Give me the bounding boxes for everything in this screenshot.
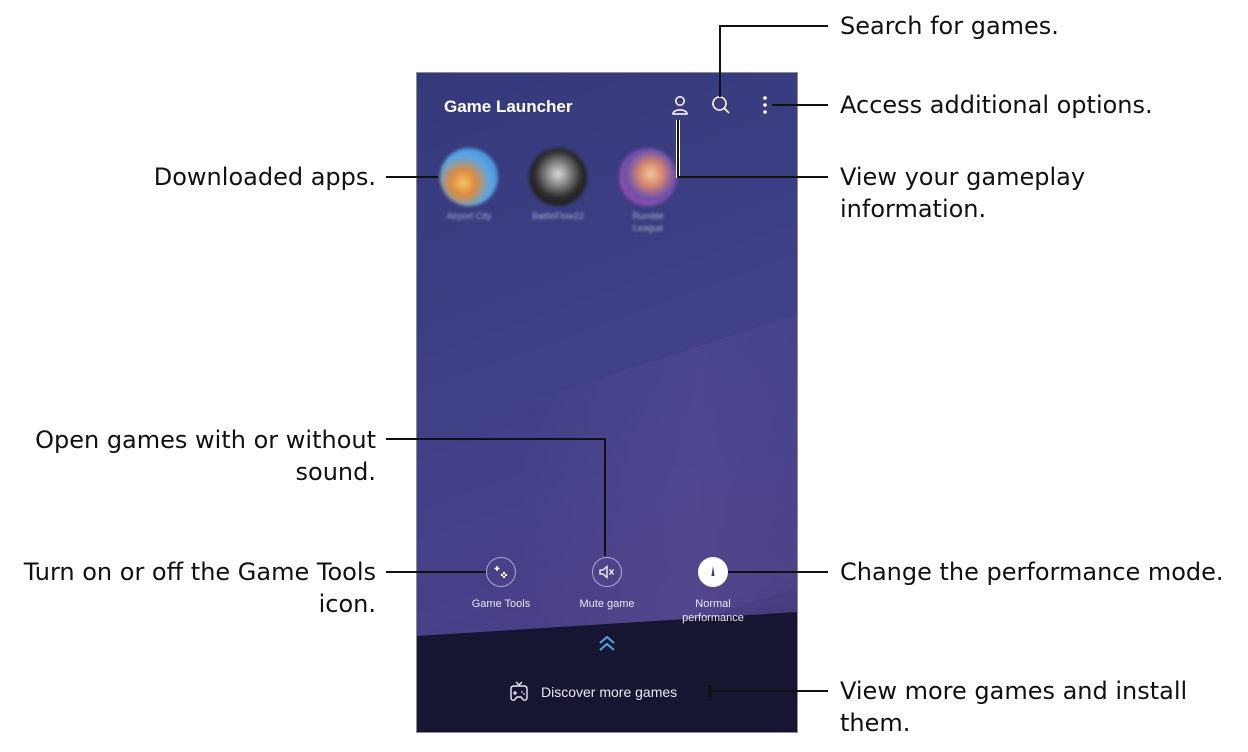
discover-label: Discover more games [541, 684, 678, 700]
mute-icon [592, 557, 622, 587]
leader-line-sound [604, 438, 606, 556]
app-tile[interactable]: Rumble League [617, 148, 679, 234]
performance-icon [698, 557, 728, 587]
callout-gameplay-line1: View your gameplay [840, 163, 1086, 191]
callout-gametools-line2: icon. [318, 590, 376, 618]
leader-line-performance [728, 571, 828, 573]
discover-more-games-button[interactable]: Discover more games [507, 679, 677, 705]
game-launcher-screen: Game Launcher Airport City BattleFlow22 … [416, 72, 798, 733]
callout-more-line2: them. [840, 709, 911, 737]
app-label: Airport City [446, 211, 492, 221]
callout-options: Access additional options. [840, 91, 1153, 119]
callout-downloaded: Downloaded apps. [153, 163, 376, 191]
profile-icon[interactable] [668, 93, 692, 117]
app-tile[interactable]: BattleFlow22 [527, 148, 589, 222]
callout-search: Search for games. [840, 12, 1059, 40]
leader-line-gameplay [677, 176, 828, 178]
callout-sound-line2: sound. [295, 458, 376, 486]
gamepad-icon [486, 557, 516, 587]
callout-more: View more games and install them. [840, 675, 1187, 739]
callout-gametools-line1: Turn on or off the Game Tools [23, 558, 376, 586]
callout-more-line1: View more games and install [840, 677, 1188, 705]
leader-line-sound [386, 438, 606, 440]
app-label: BattleFlow22 [531, 211, 585, 221]
callout-sound-line1: Open games with or without [35, 426, 376, 454]
chevron-up-icon[interactable] [595, 631, 619, 655]
manual-figure: Game Launcher Airport City BattleFlow22 … [0, 0, 1248, 752]
callout-performance: Change the performance mode. [840, 558, 1224, 586]
game-tools-toggle[interactable]: Game Tools [451, 557, 551, 611]
leader-line-more-end [708, 685, 712, 697]
performance-mode-button[interactable]: Normal performance [663, 557, 763, 625]
game-tv-icon [510, 681, 528, 701]
leader-line-search [719, 25, 721, 97]
callout-gameplay: View your gameplay information. [840, 161, 1085, 225]
callout-sound: Open games with or without sound. [20, 424, 376, 488]
leader-line-more [708, 690, 828, 692]
mute-game-label: Mute game [579, 598, 635, 610]
search-icon[interactable] [709, 93, 733, 117]
app-icon [440, 148, 498, 206]
page-title: Game Launcher [444, 97, 573, 116]
app-icon [619, 148, 677, 206]
leader-line-options [772, 104, 828, 106]
performance-label: Normal performance [682, 598, 744, 624]
leader-line-downloaded [386, 176, 438, 178]
app-label: Rumble League [632, 211, 664, 233]
leader-line-gameplay [677, 120, 679, 178]
app-tile[interactable]: Airport City [438, 148, 500, 222]
app-icon [529, 148, 587, 206]
game-tools-label: Game Tools [471, 598, 531, 610]
leader-line-search [719, 25, 828, 27]
callout-gameplay-line2: information. [840, 195, 987, 223]
leader-line-gametools [386, 571, 486, 573]
callout-gametools: Turn on or off the Game Tools icon. [0, 556, 376, 620]
mute-game-toggle[interactable]: Mute game [557, 557, 657, 611]
